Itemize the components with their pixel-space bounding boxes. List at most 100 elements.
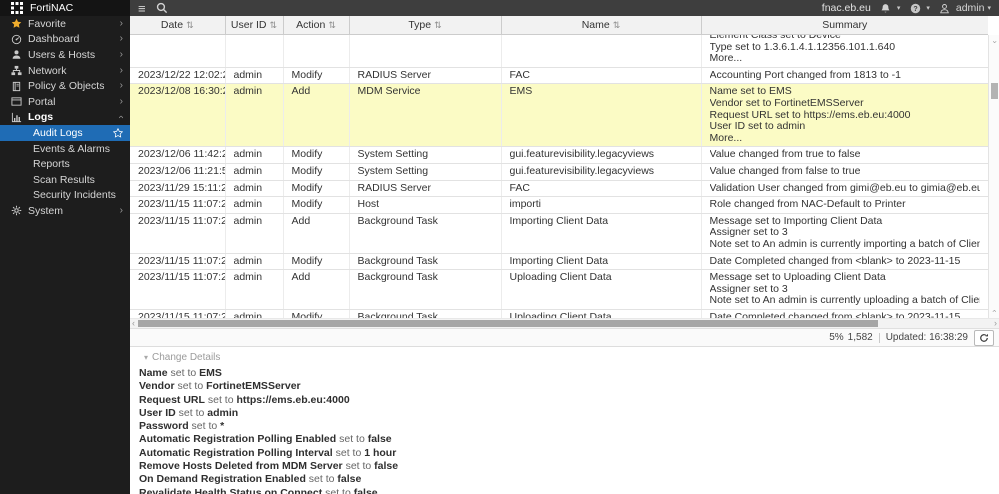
chevron-down-icon: › <box>120 112 123 122</box>
column-header-type[interactable]: Type⇅ <box>349 16 501 35</box>
scroll-down-icon[interactable]: › <box>989 307 999 315</box>
sidebar-item-logs[interactable]: Logs › <box>0 110 130 126</box>
table-row[interactable]: 2023/12/06 11:42:28adminModifySystem Set… <box>130 147 988 164</box>
cell-date: 2023/12/22 12:02:28 <box>130 67 225 84</box>
help-menu[interactable]: ? ▾ <box>907 0 930 16</box>
sidebar-item-policy-objects[interactable]: Policy & Objects› <box>0 78 130 94</box>
summary-line: Role changed from NAC-Default to Printer <box>710 199 981 211</box>
sidebar-item-users-hosts[interactable]: Users & Hosts› <box>0 47 130 63</box>
cell-type: Background Task <box>349 270 501 310</box>
cell-summary: Value changed from true to false <box>701 147 988 164</box>
sidebar-item-dashboard[interactable]: Dashboard› <box>0 32 130 48</box>
scroll-left-icon[interactable]: ‹ <box>132 319 135 328</box>
sidebar-item-audit-logs[interactable]: Audit Logs <box>0 125 130 141</box>
chevron-right-icon: › <box>120 81 123 91</box>
cell-date: 2023/11/15 11:07:26 <box>130 309 225 318</box>
table-row[interactable]: 2023/11/29 15:11:26adminModifyRADIUS Ser… <box>130 180 988 197</box>
gauge-icon <box>10 34 22 45</box>
sidebar-item-network[interactable]: Network› <box>0 63 130 79</box>
summary-line: Message set to Uploading Client Data <box>710 272 981 284</box>
user-menu[interactable]: admin ▾ <box>937 0 991 16</box>
column-header-name[interactable]: Name⇅ <box>501 16 701 35</box>
change-details-lines: Name set to EMSVendor set to FortinetEMS… <box>139 367 999 494</box>
scroll-up-icon[interactable]: › <box>989 38 999 46</box>
sidebar-item-scan-results[interactable]: Scan Results <box>0 172 130 188</box>
refresh-icon <box>979 333 989 343</box>
sidebar-item-label: Favorite <box>28 18 66 30</box>
column-header-action[interactable]: Action⇅ <box>283 16 349 35</box>
chevron-down-icon: ▾ <box>926 5 930 12</box>
cell-name: FAC <box>501 67 701 84</box>
chevron-right-icon: › <box>120 206 123 216</box>
chevron-right-icon: › <box>120 19 123 29</box>
menu-hamburger-icon[interactable]: ≡ <box>138 2 146 15</box>
main-panel: Date⇅User ID⇅Action⇅Type⇅Name⇅ Summary El… <box>130 16 999 494</box>
table-row[interactable]: 2023/12/22 12:02:28adminModifyRADIUS Ser… <box>130 67 988 84</box>
cell-name: Uploading Client Data <box>501 270 701 310</box>
table-row[interactable]: 2023/11/15 11:07:28adminAddBackground Ta… <box>130 213 988 253</box>
column-header-summary[interactable]: Summary <box>701 16 988 35</box>
notifications-menu[interactable]: ▾ <box>878 0 901 16</box>
sidebar-item-reports[interactable]: Reports <box>0 156 130 172</box>
cell-date: 2023/12/08 16:30:21 <box>130 84 225 147</box>
sidebar-subitem-label: Reports <box>33 158 70 170</box>
status-bar: 5% 1,582 Updated: 16:38:29 <box>130 328 999 347</box>
change-details-header[interactable]: ▾ Change Details <box>144 352 999 363</box>
cell-summary: Date Completed changed from <blank> to 2… <box>701 309 988 318</box>
change-detail-line: Password set to * <box>139 420 999 433</box>
cell-summary: Message set to Uploading Client DataAssi… <box>701 270 988 310</box>
fortinac-app: FortiNAC ≡ fnac.eb.eu ▾ ? ▾ admin ▾ Favo <box>0 0 999 494</box>
sort-icon[interactable]: ⇅ <box>328 20 336 30</box>
sidebar-item-system[interactable]: System› <box>0 203 130 219</box>
favorite-star-outline-icon[interactable] <box>113 128 123 138</box>
cell-date: 2023/12/06 11:21:55 <box>130 163 225 180</box>
table-row[interactable]: 2023/11/15 11:07:28adminModifyBackground… <box>130 253 988 270</box>
horizontal-scrollbar-thumb[interactable] <box>138 320 878 327</box>
sidebar-subitem-label: Events & Alarms <box>33 143 110 155</box>
cell-type: MDM Service <box>349 84 501 147</box>
column-header-date[interactable]: Date⇅ <box>130 16 225 35</box>
cell-name: Importing Client Data <box>501 253 701 270</box>
column-header-label: Summary <box>822 19 867 31</box>
change-detail-line: Name set to EMS <box>139 367 999 380</box>
table-row[interactable]: 2023/11/15 11:07:28adminModifyHostimport… <box>130 197 988 214</box>
vertical-scrollbar-thumb[interactable] <box>991 83 998 99</box>
fortinet-grid-logo-icon <box>9 0 25 16</box>
cell-type: Background Task <box>349 309 501 318</box>
table-row[interactable]: 2023/12/08 16:30:21adminAddMDM ServiceEM… <box>130 84 988 147</box>
cell-action <box>283 35 349 68</box>
table-row[interactable]: 2023/12/06 11:21:55adminModifySystem Set… <box>130 163 988 180</box>
sidebar-item-favorite[interactable]: Favorite › <box>0 16 130 32</box>
table-row[interactable]: 2023/11/15 11:07:26adminAddBackground Ta… <box>130 270 988 310</box>
chevron-right-icon: › <box>120 50 123 60</box>
sidebar-item-label: Logs <box>28 111 53 123</box>
vertical-scrollbar[interactable]: › › <box>988 35 999 318</box>
horizontal-scrollbar[interactable]: ‹ › <box>130 318 999 328</box>
sort-icon[interactable]: ⇅ <box>186 20 194 30</box>
sidebar-item-security-incidents[interactable]: Security Incidents <box>0 188 130 204</box>
table-header-row: Date⇅User ID⇅Action⇅Type⇅Name⇅ Summary <box>130 16 988 35</box>
refresh-button[interactable] <box>974 330 994 346</box>
summary-line: Name set to EMS <box>710 86 981 98</box>
sidebar-item-label: Portal <box>28 96 55 108</box>
cell-summary: Message set to Importing Client DataAssi… <box>701 213 988 253</box>
summary-line: Request URL set to https://ems.eb.eu:400… <box>710 110 981 122</box>
sidebar-item-events-alarms[interactable]: Events & Alarms <box>0 141 130 157</box>
table-row[interactable]: Element Class set to DeviceType set to 1… <box>130 35 988 68</box>
sort-icon[interactable]: ⇅ <box>613 20 621 30</box>
cell-date: 2023/11/29 15:11:26 <box>130 180 225 197</box>
cell-user: admin <box>225 213 283 253</box>
cell-summary: Validation User changed from gimi@eb.eu … <box>701 180 988 197</box>
sort-icon[interactable]: ⇅ <box>434 20 442 30</box>
cell-date: 2023/11/15 11:07:28 <box>130 253 225 270</box>
table-row[interactable]: 2023/11/15 11:07:26adminModifyBackground… <box>130 309 988 318</box>
search-icon[interactable] <box>154 0 170 16</box>
column-header-user-id[interactable]: User ID⇅ <box>225 16 283 35</box>
sidebar-item-label: Dashboard <box>28 33 79 45</box>
cell-action: Modify <box>283 67 349 84</box>
sidebar-item-portal[interactable]: Portal› <box>0 94 130 110</box>
app-logo[interactable]: FortiNAC <box>0 0 130 16</box>
scroll-right-icon[interactable]: › <box>994 319 997 328</box>
cell-summary: Date Completed changed from <blank> to 2… <box>701 253 988 270</box>
sort-icon[interactable]: ⇅ <box>270 20 278 30</box>
